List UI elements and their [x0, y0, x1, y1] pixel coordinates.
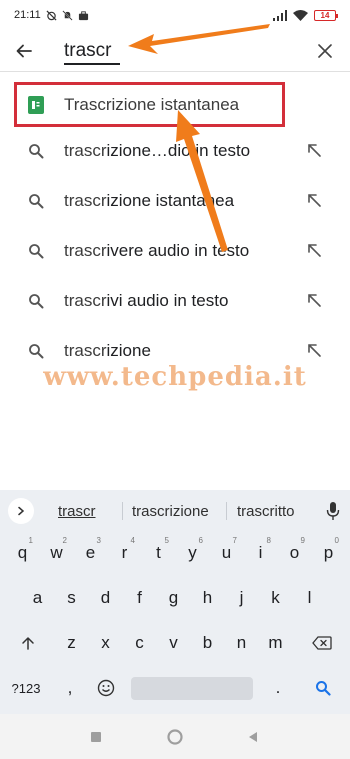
key[interactable]: u7	[210, 534, 243, 572]
app-result-label: Trascrizione istantanea	[64, 95, 240, 114]
key[interactable]: s	[55, 579, 88, 617]
fill-query-arrow-icon[interactable]	[306, 342, 322, 358]
keyboard-suggestion-divider	[226, 502, 227, 520]
app-result-item[interactable]: Trascrizione istantanea	[14, 82, 285, 127]
search-icon	[29, 244, 44, 259]
key[interactable]: r4	[108, 534, 141, 572]
emoji-key[interactable]	[88, 669, 124, 707]
battery-indicator: 14	[314, 9, 338, 21]
back-nav-icon[interactable]	[247, 731, 259, 743]
briefcase-icon	[78, 10, 88, 20]
shift-icon	[22, 637, 34, 650]
microphone-icon[interactable]	[326, 501, 340, 521]
key[interactable]: w2	[40, 534, 73, 572]
key[interactable]: x	[89, 624, 122, 662]
search-input[interactable]	[64, 38, 284, 64]
key[interactable]: v	[157, 624, 190, 662]
key[interactable]: t5	[142, 534, 175, 572]
key[interactable]: y6	[176, 534, 209, 572]
fill-query-arrow-icon[interactable]	[306, 192, 322, 208]
key[interactable]: d	[89, 579, 122, 617]
arrow-left-icon	[16, 44, 32, 57]
live-transcribe-app-icon	[28, 96, 44, 114]
key[interactable]: l	[293, 579, 326, 617]
key[interactable]: k	[259, 579, 292, 617]
fill-query-arrow-icon[interactable]	[306, 142, 322, 158]
search-icon	[29, 144, 44, 159]
key[interactable]: o9	[278, 534, 311, 572]
backspace-icon	[312, 636, 332, 650]
key[interactable]: g	[157, 579, 190, 617]
suggestion-label: trascrizione istantanea	[64, 191, 235, 210]
fill-query-arrow-icon[interactable]	[306, 292, 322, 308]
search-icon	[29, 194, 44, 209]
suggestion-item[interactable]: trascrivere audio in testo	[0, 226, 350, 276]
key[interactable]: e3	[74, 534, 107, 572]
suggestion-label: trascrivi audio in testo	[64, 291, 229, 310]
fill-query-arrow-icon[interactable]	[306, 242, 322, 258]
keyboard-suggestion[interactable]: trascr	[58, 503, 96, 520]
suggestion-label: trascrivere audio in testo	[64, 241, 250, 260]
shift-key[interactable]	[8, 624, 48, 662]
search-icon	[316, 681, 331, 696]
search-icon	[29, 344, 44, 359]
watermark: www.techpedia.it	[43, 362, 307, 392]
suggestion-item[interactable]: trascrivi audio in testo	[0, 276, 350, 326]
keyboard-suggestion-divider	[122, 502, 123, 520]
space-key[interactable]	[131, 677, 253, 700]
suggestion-item[interactable]: trascrizione…dio in testo	[0, 126, 350, 176]
search-query-underline	[64, 63, 120, 65]
key[interactable]: b	[191, 624, 224, 662]
symbols-key[interactable]: ?123	[6, 669, 46, 707]
recents-icon[interactable]	[90, 731, 102, 743]
search-icon	[29, 294, 44, 309]
keyboard-suggestion[interactable]: trascritto	[237, 503, 295, 520]
backspace-key[interactable]	[300, 624, 344, 662]
status-bar: 21:11 14	[0, 0, 350, 30]
key[interactable]: f	[123, 579, 156, 617]
emoji-icon	[97, 679, 115, 697]
keyboard-expand-button[interactable]	[8, 498, 34, 524]
clear-search-button[interactable]	[310, 36, 340, 66]
status-time: 21:11	[14, 9, 41, 21]
key[interactable]: c	[123, 624, 156, 662]
key[interactable]: a	[21, 579, 54, 617]
system-navigation-bar	[0, 714, 350, 759]
back-button[interactable]	[0, 30, 48, 72]
notifications-off-icon	[62, 9, 73, 21]
suggestion-label: trascrizione	[64, 341, 151, 360]
key[interactable]: m	[259, 624, 292, 662]
keyboard-suggestion-strip: trascr trascrizione trascritto	[0, 490, 350, 532]
suggestion-item[interactable]: trascrizione istantanea	[0, 176, 350, 226]
suggestion-label: trascrizione…dio in testo	[64, 141, 251, 160]
key[interactable]: i8	[244, 534, 277, 572]
wifi-icon	[293, 9, 308, 21]
search-key[interactable]	[304, 669, 342, 707]
search-bar	[0, 30, 350, 72]
close-icon	[318, 44, 332, 58]
keyboard-suggestion[interactable]: trascrizione	[132, 503, 209, 520]
chevron-right-icon	[18, 506, 25, 516]
comma-key[interactable]: ,	[52, 669, 88, 707]
signal-icon	[273, 9, 287, 21]
period-key[interactable]: .	[260, 669, 296, 707]
key[interactable]: j	[225, 579, 258, 617]
on-screen-keyboard: trascr trascrizione trascritto q1 w2 e3 …	[0, 490, 350, 714]
key[interactable]: n	[225, 624, 258, 662]
key[interactable]: z	[55, 624, 88, 662]
alarm-off-icon	[46, 9, 57, 21]
key[interactable]: p0	[312, 534, 345, 572]
key[interactable]: q1	[6, 534, 39, 572]
home-icon[interactable]	[167, 729, 183, 745]
key[interactable]: h	[191, 579, 224, 617]
